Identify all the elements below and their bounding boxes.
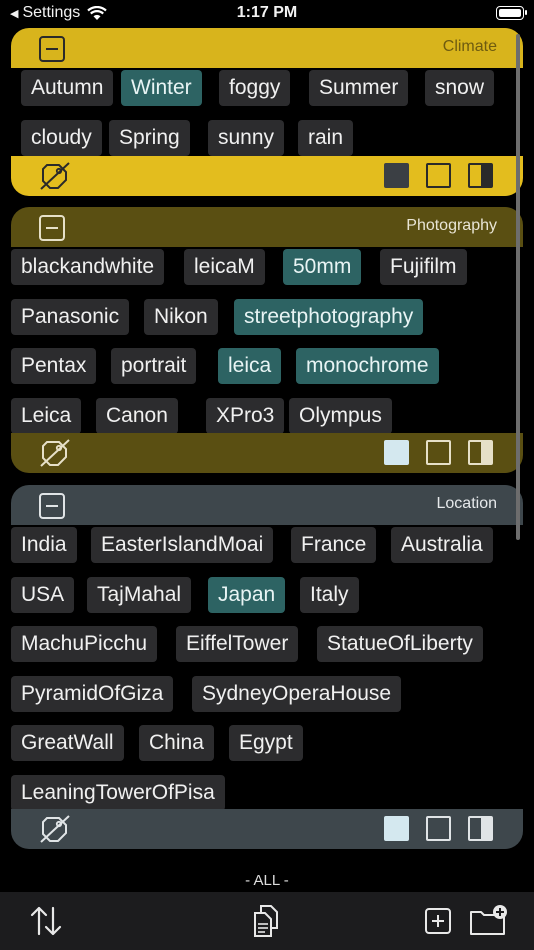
empty-square-icon[interactable] — [426, 440, 451, 465]
tag-chip[interactable]: Olympus — [289, 397, 392, 434]
tag-chip[interactable]: Pentax — [11, 348, 97, 384]
half-square-icon[interactable] — [468, 163, 493, 188]
tag-chip[interactable]: GreatWall — [11, 725, 124, 761]
collapse-icon[interactable] — [39, 493, 65, 519]
half-square-icon[interactable] — [468, 816, 493, 841]
vertical-scrollbar[interactable] — [516, 34, 520, 540]
sort-arrows-icon[interactable] — [28, 904, 64, 938]
tag-chip[interactable]: EasterIslandMoai — [91, 527, 274, 563]
tag-chip[interactable]: China — [139, 725, 214, 761]
battery-icon — [496, 6, 527, 20]
tag-chip[interactable]: Japan — [208, 576, 286, 613]
filled-square-icon[interactable] — [384, 440, 409, 465]
tag-chip[interactable]: monochrome — [296, 348, 439, 384]
add-square-icon[interactable] — [420, 904, 456, 938]
section-footer-location — [11, 809, 523, 849]
empty-square-icon[interactable] — [426, 163, 451, 188]
tag-chip[interactable]: snow — [425, 70, 495, 106]
section-footer-photography — [11, 433, 523, 473]
section-header-climate: Climate — [11, 28, 523, 68]
tag-chip[interactable]: portrait — [111, 348, 197, 384]
tag-off-icon[interactable] — [39, 161, 71, 191]
section-climate: Climate Autumn Winter foggy Summer snow cloud… — [11, 28, 523, 196]
tag-chip[interactable]: Summer — [309, 70, 409, 106]
tag-chip[interactable]: foggy — [219, 70, 291, 106]
tag-chip[interactable]: USA — [11, 576, 75, 613]
tag-chip[interactable]: MachuPicchu — [11, 626, 158, 662]
section-header-photography: Photography — [11, 207, 523, 247]
section-title-location: Location — [436, 495, 498, 512]
tag-chip[interactable]: Fujifilm — [380, 249, 467, 285]
half-square-icon[interactable] — [468, 440, 493, 465]
section-footer-climate — [11, 156, 523, 196]
tag-chip[interactable]: Nikon — [144, 298, 218, 335]
tag-chip[interactable]: India — [11, 527, 77, 563]
status-bar: ◀ Settings 1:17 PM — [0, 0, 534, 28]
section-location: Location India EasterIslandMoai France Aust… — [11, 485, 523, 851]
section-photography: Photography blackandwhite leicaM 50mm Fujif… — [11, 207, 523, 474]
filter-label: - ALL - — [245, 872, 289, 889]
filled-square-icon[interactable] — [384, 816, 409, 841]
tag-chip[interactable]: blackandwhite — [11, 249, 165, 285]
tag-chip[interactable]: Winter — [121, 70, 202, 106]
tag-off-icon[interactable] — [39, 438, 71, 468]
tag-chip[interactable]: Spring — [109, 120, 190, 156]
status-time: 1:17 PM — [236, 4, 298, 21]
tag-chip[interactable]: France — [291, 527, 377, 563]
tag-chip[interactable]: PyramidOfGiza — [11, 675, 174, 712]
tag-chip[interactable]: sunny — [208, 120, 285, 156]
copy-documents-icon[interactable] — [249, 904, 285, 938]
tag-chip[interactable]: Italy — [300, 576, 359, 613]
section-header-location: Location — [11, 485, 523, 525]
tag-chip[interactable]: TajMahal — [87, 576, 192, 613]
empty-square-icon[interactable] — [426, 816, 451, 841]
tag-chip[interactable]: Australia — [391, 527, 493, 563]
new-folder-icon[interactable] — [468, 904, 510, 938]
tag-chip[interactable]: Autumn — [21, 70, 114, 106]
tag-chip[interactable]: Leica — [11, 397, 82, 434]
section-title-photography: Photography — [406, 217, 497, 234]
tag-chip[interactable]: Egypt — [229, 725, 303, 761]
tag-chip[interactable]: Canon — [96, 397, 178, 434]
tag-chip[interactable]: LeaningTowerOfPisa — [11, 774, 225, 811]
collapse-icon[interactable] — [39, 215, 65, 241]
tag-chip[interactable]: leica — [218, 348, 282, 384]
filled-square-icon[interactable] — [384, 163, 409, 188]
bottom-toolbar — [0, 892, 534, 950]
tag-chip[interactable]: StatueOfLiberty — [317, 626, 483, 662]
tag-off-icon[interactable] — [39, 814, 71, 844]
tag-chip[interactable]: 50mm — [283, 249, 362, 285]
tag-chip[interactable]: streetphotography — [234, 298, 424, 335]
tag-chip[interactable]: rain — [298, 120, 354, 156]
tag-chip[interactable]: EiffelTower — [176, 626, 299, 662]
collapse-icon[interactable] — [39, 36, 65, 62]
tag-chip[interactable]: leicaM — [184, 249, 265, 285]
tag-chip[interactable]: cloudy — [21, 120, 102, 156]
tag-chip[interactable]: Panasonic — [11, 298, 130, 335]
tag-chip[interactable]: XPro3 — [206, 397, 285, 434]
section-title-climate: Climate — [442, 38, 497, 55]
tag-chip[interactable]: SydneyOperaHouse — [192, 675, 402, 712]
